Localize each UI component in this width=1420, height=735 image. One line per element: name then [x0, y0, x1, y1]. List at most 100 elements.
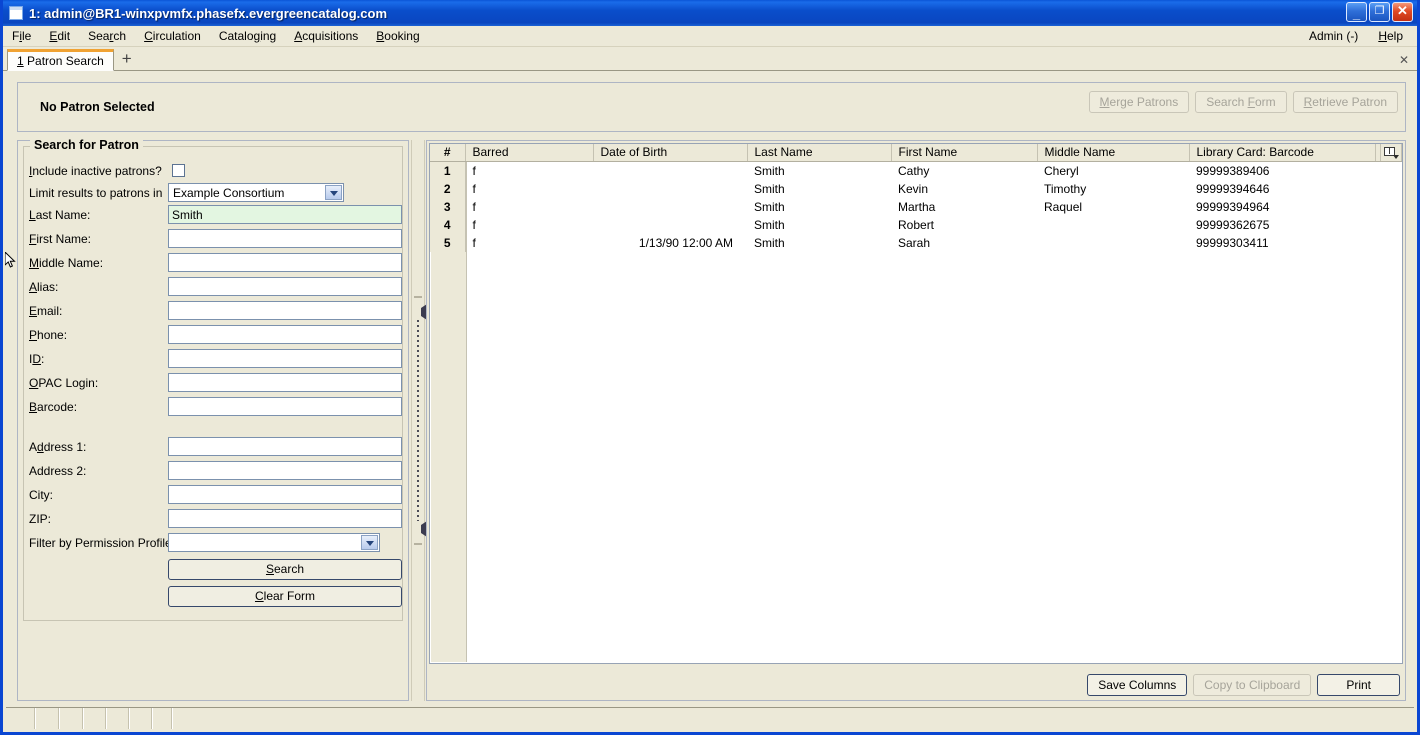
maximize-button[interactable]: ❐: [1369, 2, 1390, 22]
clear-form-acc: C: [254, 589, 264, 603]
search-form-button[interactable]: Search Form: [1195, 91, 1287, 113]
address-2-input[interactable]: [168, 461, 402, 480]
menu-acquisitions[interactable]: Acquisitions: [285, 27, 367, 45]
menu-search-post: ch: [113, 29, 127, 43]
close-button[interactable]: ✕: [1392, 2, 1413, 22]
col-header-date-of-birth[interactable]: Date of Birth: [593, 144, 748, 162]
label-include-post: nclude inactive patrons?: [32, 164, 162, 178]
menu-circulation-post: irculation: [152, 29, 201, 43]
tab-strip: 1 Patron Search + ✕: [3, 47, 1417, 71]
row-number: 3: [430, 197, 466, 216]
label-barcode-post: arcode:: [37, 400, 78, 414]
address-1-input[interactable]: [168, 437, 402, 456]
minimize-button[interactable]: _: [1346, 2, 1367, 22]
cell-barred: f: [472, 163, 476, 178]
id-input[interactable]: [168, 349, 402, 368]
menu-edit[interactable]: Edit: [40, 27, 79, 45]
col-header-barred[interactable]: Barred: [465, 144, 594, 162]
table-row[interactable]: 3 f Smith Martha Raquel 99999394964: [430, 197, 1402, 216]
search-button[interactable]: Search: [168, 559, 402, 580]
label-email-acc: E: [29, 304, 38, 318]
cell-barred: f: [472, 199, 476, 214]
cell-first-name: Martha: [898, 199, 936, 214]
last-name-input[interactable]: [168, 205, 402, 224]
col-header-number[interactable]: #: [430, 144, 466, 162]
results-pane: # Barred Date of Birth Last Name First N…: [426, 140, 1406, 701]
menu-booking[interactable]: Booking: [367, 27, 428, 45]
middle-name-input[interactable]: [168, 253, 402, 272]
retrieve-patron-acc: R: [1303, 95, 1313, 109]
menu-file[interactable]: File: [3, 27, 40, 45]
retrieve-patron-button[interactable]: Retrieve Patron: [1292, 91, 1398, 113]
label-address-1: Address 1:: [29, 440, 86, 454]
window-icon: [9, 6, 23, 20]
results-table: # Barred Date of Birth Last Name First N…: [430, 144, 1402, 252]
results-buttons: Save Columns Copy to Clipboard Print: [1087, 674, 1400, 696]
table-row[interactable]: 5 f 1/13/90 12:00 AM Smith Sarah 9999930…: [430, 233, 1402, 252]
label-first-name: First Name:: [29, 232, 91, 246]
table-row[interactable]: 2 f Smith Kevin Timothy 99999394646: [430, 179, 1402, 198]
menu-cataloging[interactable]: Cataloging: [210, 27, 285, 45]
cell-last-name: Smith: [754, 163, 785, 178]
menu-search[interactable]: Search: [79, 27, 135, 45]
cell-middle-name: Cheryl: [1044, 163, 1079, 178]
opac-login-input[interactable]: [168, 373, 402, 392]
zip-input[interactable]: [168, 509, 402, 528]
search-button-label: earch: [273, 562, 305, 576]
cell-date-of-birth: [593, 216, 747, 234]
label-barcode: Barcode:: [29, 400, 77, 414]
clear-form-button[interactable]: Clear Form: [168, 586, 402, 607]
cell-barcode: 99999362675: [1196, 217, 1270, 232]
col-header-last-name[interactable]: Last Name: [747, 144, 892, 162]
menu-circulation[interactable]: Circulation: [135, 27, 210, 45]
splitter-tick-top: [414, 296, 422, 298]
menu-circulation-acc: C: [144, 29, 153, 43]
table-row[interactable]: 1 f Smith Cathy Cheryl 99999389406: [430, 161, 1402, 180]
label-address-1-post: dress 1:: [43, 440, 87, 454]
content-area: No Patron Selected Merge Patrons Search …: [6, 72, 1414, 708]
menu-file-post: le: [22, 29, 32, 43]
splitter-grip[interactable]: [417, 320, 419, 521]
col-header-library-card-barcode[interactable]: Library Card: Barcode: [1189, 144, 1376, 162]
menu-booking-post: ooking: [384, 29, 420, 43]
splitter-tick-bottom: [414, 543, 422, 545]
save-columns-button[interactable]: Save Columns: [1087, 674, 1188, 696]
label-phone-acc: P: [29, 328, 38, 342]
copy-to-clipboard-button[interactable]: Copy to Clipboard: [1193, 674, 1312, 696]
menu-help[interactable]: Help: [1368, 27, 1413, 45]
label-opac-login-post: PAC Login:: [38, 376, 99, 390]
permission-profile-select[interactable]: [168, 533, 380, 552]
alias-input[interactable]: [168, 277, 402, 296]
menu-admin[interactable]: Admin (-): [1299, 27, 1368, 45]
label-address-1-pre: A: [29, 440, 38, 454]
label-address-1-acc: d: [37, 440, 44, 454]
print-button[interactable]: Print: [1317, 674, 1400, 696]
include-inactive-patrons-checkbox[interactable]: [172, 164, 185, 177]
email-input[interactable]: [168, 301, 402, 320]
cell-barred: f: [472, 217, 476, 232]
barcode-input[interactable]: [168, 397, 402, 416]
col-header-middle-name[interactable]: Middle Name: [1037, 144, 1190, 162]
close-tab-icon[interactable]: ✕: [1399, 53, 1409, 67]
new-tab-button[interactable]: +: [122, 50, 132, 70]
status-segment-6: [130, 708, 153, 729]
pane-splitter[interactable]: [411, 140, 427, 701]
search-fieldset-legend: Search for Patron: [30, 138, 143, 152]
menu-cataloging-pre: Catalo: [218, 29, 254, 43]
first-name-input[interactable]: [168, 229, 402, 248]
menu-help-post: elp: [1386, 29, 1403, 43]
status-segment-3: [60, 708, 84, 729]
limit-results-org-select[interactable]: Example Consortium: [168, 183, 344, 202]
cell-first-name: Sarah: [898, 235, 931, 250]
cell-first-name: Cathy: [898, 163, 930, 178]
tab-patron-search[interactable]: 1 Patron Search: [7, 49, 114, 71]
row-number: 4: [430, 215, 466, 234]
city-input[interactable]: [168, 485, 402, 504]
col-header-first-name[interactable]: First Name: [891, 144, 1038, 162]
column-picker-button[interactable]: [1380, 144, 1402, 162]
label-opac-login: OPAC Login:: [29, 376, 98, 390]
merge-patrons-button[interactable]: Merge Patrons: [1088, 91, 1190, 113]
table-row[interactable]: 4 f Smith Robert 99999362675: [430, 215, 1402, 234]
tab-accelerator: 1: [17, 54, 24, 68]
phone-input[interactable]: [168, 325, 402, 344]
